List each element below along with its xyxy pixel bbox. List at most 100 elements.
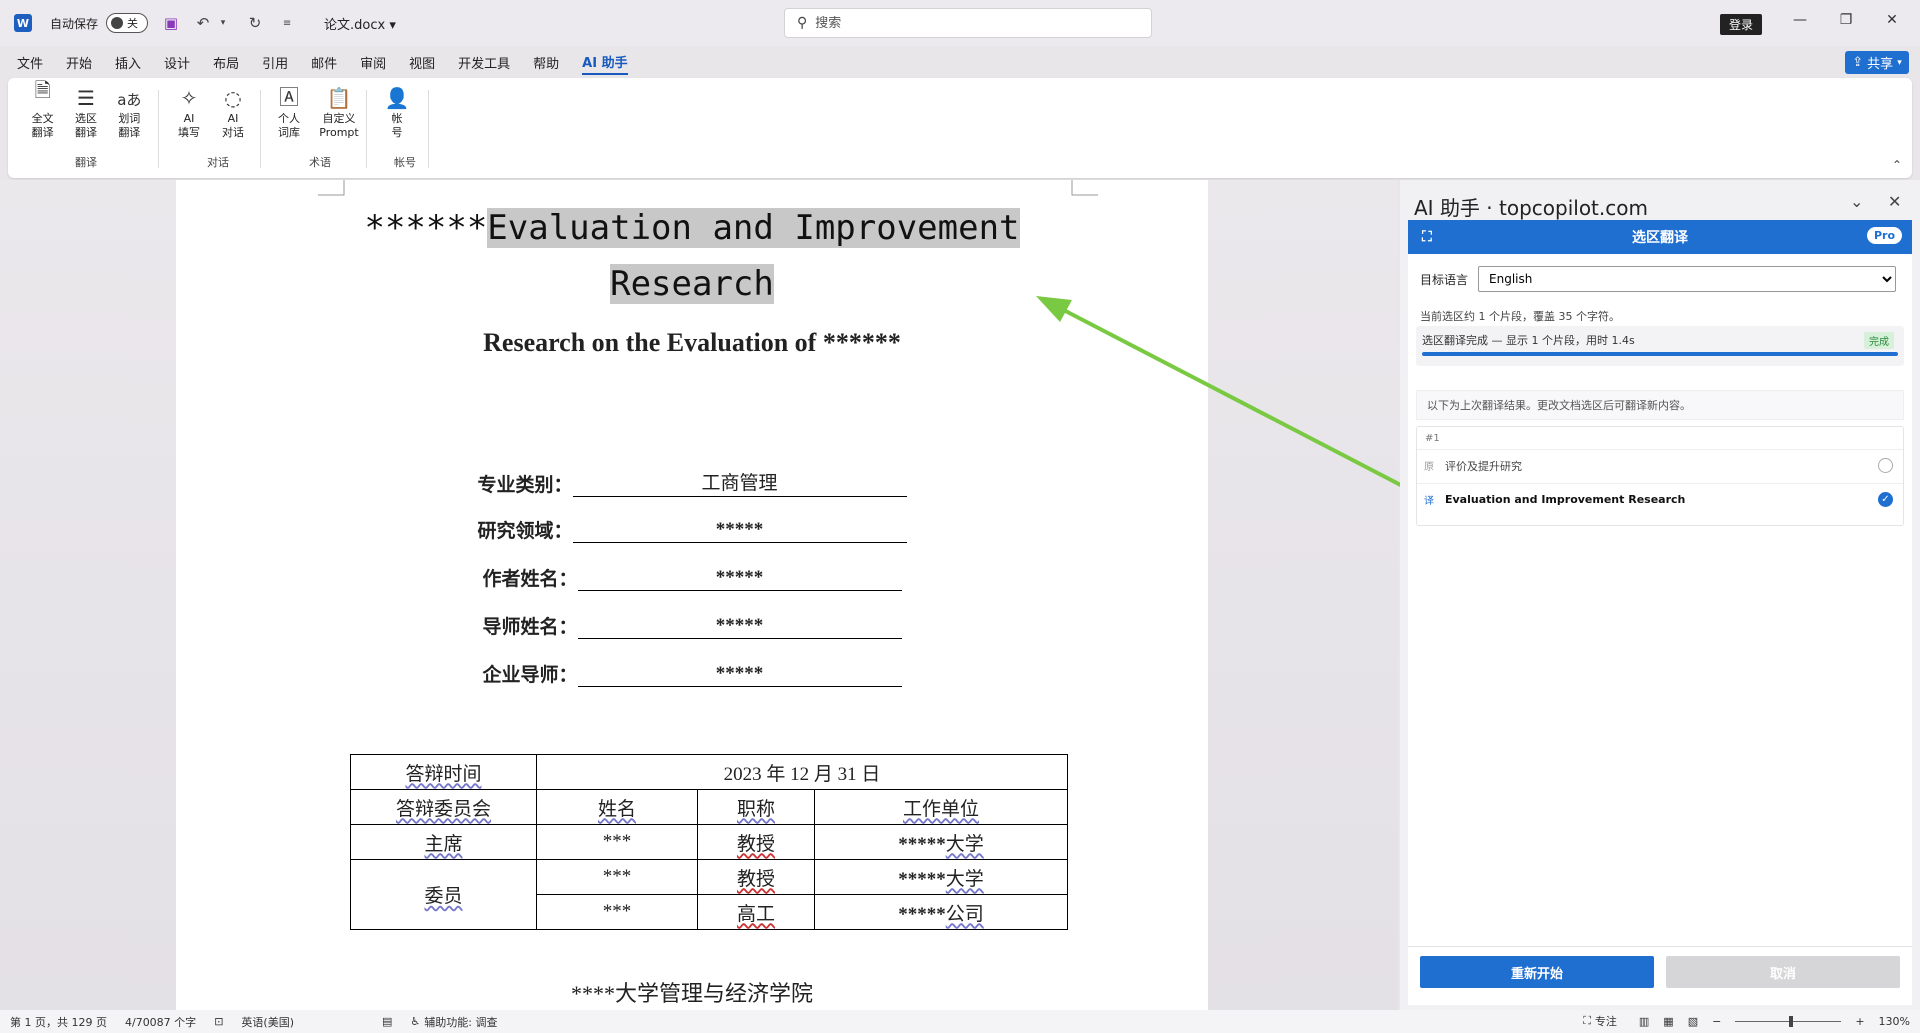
accessibility-status[interactable]: ♿ 辅助功能: 调查 (410, 1014, 497, 1030)
pane-menu-chevron-icon[interactable]: ⌄ (1850, 192, 1863, 211)
table-header-cell: 姓名 (536, 789, 698, 825)
word-translate-icon: aあ (117, 91, 142, 109)
source-text: 评价及提升研究 (1445, 459, 1522, 473)
word-translate-button[interactable]: aあ 划词 翻译 (111, 84, 148, 140)
table-cell: 委员 (350, 859, 537, 930)
document-name[interactable]: 论文.docx ▾ (324, 14, 396, 33)
ribbon-separator (366, 90, 367, 168)
status-right: ⛶ 专注 ▥ ▦ ▧ − + 130% (1573, 1013, 1910, 1029)
status-bar: 第 1 页，共 129 页 4/70087 个字 ⊡ 英语(美国) ▤ ♿ 辅助… (0, 1010, 1920, 1033)
info-row-major: 专业类别： 工商管理 (176, 468, 1208, 497)
table-cell: *****大学 (814, 824, 1068, 860)
expand-icon[interactable]: ⛶ (1422, 229, 1432, 245)
menu-item[interactable]: 设计 (164, 53, 190, 74)
pane-close-icon[interactable]: ✕ (1888, 192, 1901, 211)
result-card: #1 原 评价及提升研究 译 Evaluation and Improvemen… (1416, 426, 1904, 526)
document-title[interactable]: ******Evaluation and Improvement Researc… (176, 200, 1208, 312)
zoom-slider[interactable] (1735, 1015, 1842, 1027)
print-layout-icon[interactable]: ▦ (1663, 1015, 1673, 1028)
document-translate-icon: 🗎 (34, 78, 51, 102)
source-radio[interactable] (1878, 458, 1893, 473)
save-icon[interactable]: ▣ (162, 14, 180, 32)
undo-dropdown-icon[interactable]: ▾ (214, 18, 232, 28)
college-name: ****大学管理与经济学院 (570, 981, 813, 1006)
target-row[interactable]: 译 Evaluation and Improvement Research ✓ (1417, 483, 1903, 515)
customize-toolbar-icon[interactable]: ≡ (278, 18, 296, 29)
selection-translate-button[interactable]: ☰ 选区 翻译 (67, 84, 104, 140)
restart-button[interactable]: 重新开始 (1420, 956, 1654, 988)
source-row[interactable]: 原 评价及提升研究 (1417, 449, 1903, 481)
zoom-out-icon[interactable]: − (1712, 1015, 1721, 1028)
table-cell: *** (536, 824, 698, 860)
redo-icon[interactable]: ↻ (246, 14, 264, 32)
login-button[interactable]: 登录 (1720, 14, 1763, 35)
menu-item[interactable]: AI 助手 (582, 52, 628, 75)
macro-icon[interactable]: ▤ (382, 1015, 392, 1028)
crop-mark (1071, 180, 1098, 196)
menu-item[interactable]: 邮件 (311, 53, 337, 74)
selection-info: 当前选区约 1 个片段，覆盖 35 个字符。 (1420, 310, 1620, 323)
ai-chat-button[interactable]: ◌ AI 对话 (214, 84, 252, 140)
full-text-translate-button[interactable]: 🗎 全文 翻译 (24, 78, 61, 140)
restore-icon[interactable]: ❐ (1836, 12, 1856, 28)
menu-item[interactable]: 开发工具 (458, 53, 510, 74)
cancel-button[interactable]: 取消 (1666, 956, 1900, 988)
info-value: ***** (572, 519, 907, 543)
undo-icon[interactable]: ↶ (194, 14, 212, 32)
menu-item[interactable]: 布局 (213, 53, 239, 74)
custom-prompt-button[interactable]: 📋 自定义 Prompt (314, 84, 364, 140)
target-text: Evaluation and Improvement Research (1445, 493, 1686, 506)
word-logo-icon: W (14, 14, 32, 32)
close-window-icon[interactable]: ✕ (1882, 12, 1902, 28)
menu-item[interactable]: 引用 (262, 53, 288, 74)
read-mode-icon[interactable]: ▥ (1639, 1015, 1649, 1028)
minimize-icon[interactable]: — (1790, 12, 1810, 28)
table-row: 主席 *** 教授 *****大学 (350, 824, 1068, 860)
proofing-icon[interactable]: ⊡ (214, 1015, 223, 1028)
page-info[interactable]: 第 1 页，共 129 页 (10, 1014, 107, 1030)
accessibility-icon: ♿ (410, 1015, 421, 1028)
info-label: 企业导师： (482, 665, 578, 686)
progress-bar (1422, 352, 1898, 356)
ai-write-button[interactable]: ✧ AI 填写 (170, 84, 208, 140)
menu-item[interactable]: 视图 (409, 53, 435, 74)
glossary-button[interactable]: 🄰 个人 词库 (270, 84, 308, 140)
table-cell: 教授 (697, 824, 815, 860)
source-tag: 原 (1424, 462, 1434, 473)
info-value: ***** (577, 663, 902, 687)
account-button[interactable]: 👤 帐 号 (378, 84, 416, 140)
search-input[interactable] (815, 15, 1116, 31)
menu-item[interactable]: 审阅 (360, 53, 386, 74)
menu-item[interactable]: 文件 (17, 53, 43, 74)
focus-mode[interactable]: ⛶ 专注 (1583, 1013, 1617, 1029)
table-cell: *** (536, 894, 698, 930)
zoom-thumb[interactable] (1789, 1015, 1794, 1027)
table-header-cell: 工作单位 (814, 789, 1068, 825)
word-count[interactable]: 4/70087 个字 (125, 1014, 196, 1030)
table-cell: *****大学 (814, 859, 1068, 895)
group-name-translate: 翻译 (75, 156, 97, 169)
crop-mark (318, 180, 345, 196)
search-box[interactable]: ⚲ (784, 8, 1152, 38)
web-layout-icon[interactable]: ▧ (1688, 1015, 1698, 1028)
menu-item[interactable]: 开始 (66, 53, 92, 74)
menu-item[interactable]: 帮助 (533, 53, 559, 74)
target-radio-checked-icon[interactable]: ✓ (1878, 492, 1893, 507)
table-cell: 教授 (697, 859, 815, 895)
ribbon-group-account: 👤 帐 号 帐号 (378, 84, 432, 172)
autosave-toggle[interactable]: 关 (106, 13, 149, 33)
target-language-label: 目标语言 (1420, 272, 1469, 287)
document-page[interactable]: ******Evaluation and Improvement Researc… (176, 180, 1208, 1010)
target-language-select[interactable]: English (1478, 266, 1897, 292)
language-indicator[interactable]: 英语(美国) (241, 1014, 294, 1030)
zoom-in-icon[interactable]: + (1855, 1015, 1864, 1028)
table-cell: 答辩委员会 (350, 789, 537, 825)
collapse-ribbon-icon[interactable]: ⌃ (1892, 158, 1902, 172)
table-cell: 高工 (697, 894, 815, 930)
search-icon: ⚲ (797, 15, 808, 31)
mode-title: 选区翻译 (1632, 230, 1688, 246)
info-label: 导师姓名： (482, 617, 578, 638)
share-button[interactable]: ⇪ 共享 ▾ (1845, 51, 1909, 74)
zoom-level[interactable]: 130% (1879, 1015, 1910, 1028)
menu-item[interactable]: 插入 (115, 53, 141, 74)
